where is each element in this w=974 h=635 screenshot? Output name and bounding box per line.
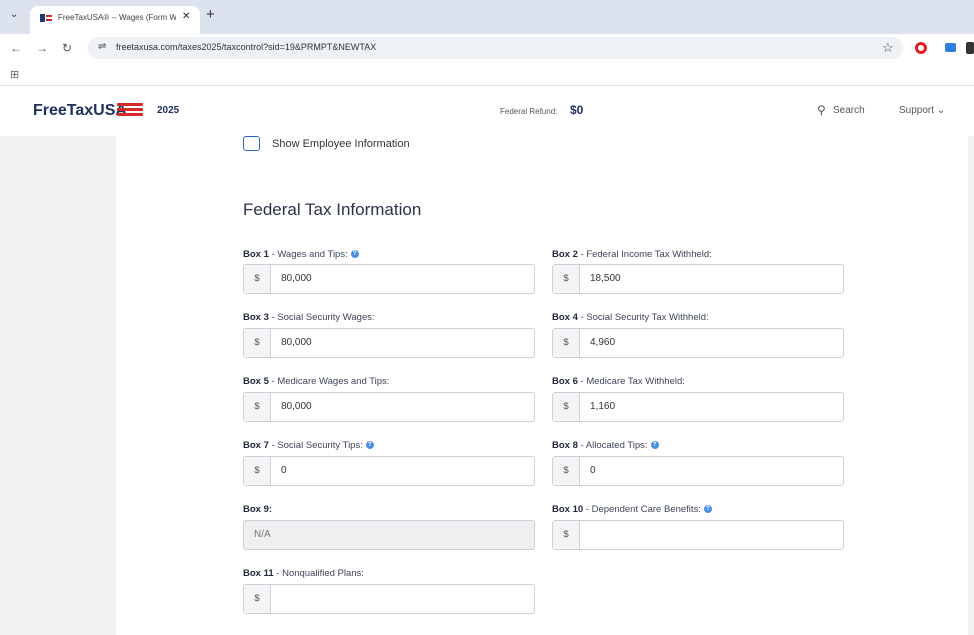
- help-icon[interactable]: ?: [703, 505, 712, 514]
- opera-extension-icon[interactable]: [915, 42, 927, 54]
- currency-prefix: $: [244, 585, 271, 613]
- box-7-label: Box 7 - Social Security Tips:?: [243, 440, 374, 451]
- box-1-input[interactable]: $80,000: [243, 264, 535, 294]
- address-bar[interactable]: ⇌ freetaxusa.com/taxes2025/taxcontrol?si…: [88, 37, 903, 59]
- box-4-value: 4,960: [590, 337, 616, 348]
- section-title: Federal Tax Information: [243, 200, 422, 219]
- chevron-down-icon: ⌄: [936, 105, 946, 116]
- currency-prefix: $: [553, 393, 580, 421]
- federal-refund-label: Federal Refund:: [500, 107, 558, 116]
- box-6-input[interactable]: $1,160: [552, 392, 844, 422]
- box-8-label: Box 8 - Allocated Tips:?: [552, 440, 659, 451]
- box-11-label: Box 11 - Nonqualified Plans:: [243, 568, 364, 579]
- box-10-label: Box 10 - Dependent Care Benefits:?: [552, 504, 712, 515]
- freetaxusa-logo[interactable]: FreeTaxUSA: [33, 102, 127, 120]
- support-label: Support: [899, 105, 935, 116]
- show-employee-info-label[interactable]: Show Employee Information: [272, 138, 410, 150]
- currency-prefix: $: [244, 265, 271, 293]
- box-9-value: N/A: [254, 529, 271, 540]
- box-9-input: N/A: [243, 520, 535, 550]
- box-3-input[interactable]: $80,000: [243, 328, 535, 358]
- bookmark-star-icon[interactable]: ☆: [882, 40, 894, 56]
- bookmarks-bar: ⊞: [0, 62, 974, 86]
- federal-refund-value: $0: [570, 103, 584, 117]
- browser-toolbar: ← → ↻ ⇌ freetaxusa.com/taxes2025/taxcont…: [0, 34, 974, 62]
- flag-logo-icon: [117, 103, 143, 117]
- tab-search-icon[interactable]: ⌄: [10, 9, 18, 20]
- reload-icon[interactable]: ↻: [62, 41, 72, 55]
- box-2-input[interactable]: $18,500: [552, 264, 844, 294]
- currency-prefix: $: [553, 265, 580, 293]
- box-2-label: Box 2 - Federal Income Tax Withheld:: [552, 249, 712, 260]
- app-header: FreeTaxUSA 2025 Federal Refund: $0 ⚲ Sea…: [0, 86, 974, 136]
- main-content: Show Employee Information Federal Tax In…: [116, 136, 968, 635]
- box-4-input[interactable]: $4,960: [552, 328, 844, 358]
- box-3-value: 80,000: [281, 337, 312, 348]
- box-9-label: Box 9:: [243, 504, 273, 515]
- site-favicon-icon: [40, 14, 52, 22]
- box-7-value: 0: [281, 465, 287, 476]
- browser-tab[interactable]: FreeTaxUSA® -- Wages (Form W-2) ✕: [30, 6, 200, 34]
- site-info-icon[interactable]: ⇌: [98, 41, 106, 52]
- box-5-label: Box 5 - Medicare Wages and Tips:: [243, 376, 390, 387]
- forward-icon[interactable]: →: [36, 41, 48, 55]
- support-menu[interactable]: Support ⌄: [899, 105, 945, 116]
- box-1-label: Box 1 - Wages and Tips:?: [243, 249, 359, 260]
- box-11-input[interactable]: $: [243, 584, 535, 614]
- currency-prefix: $: [244, 457, 271, 485]
- extension-icon[interactable]: [945, 43, 956, 52]
- box-8-input[interactable]: $0: [552, 456, 844, 486]
- currency-prefix: $: [244, 393, 271, 421]
- close-tab-icon[interactable]: ✕: [182, 11, 190, 22]
- search-icon[interactable]: ⚲: [817, 103, 826, 117]
- box-3-label: Box 3 - Social Security Wages:: [243, 312, 375, 323]
- help-icon[interactable]: ?: [365, 441, 374, 450]
- box-8-value: 0: [590, 465, 596, 476]
- box-7-input[interactable]: $0: [243, 456, 535, 486]
- currency-prefix: $: [244, 329, 271, 357]
- help-icon[interactable]: ?: [650, 441, 659, 450]
- currency-prefix: $: [553, 521, 580, 549]
- box-5-input[interactable]: $80,000: [243, 392, 535, 422]
- extension-icon-2[interactable]: [966, 42, 974, 54]
- browser-tab-bar: ⌄ FreeTaxUSA® -- Wages (Form W-2) ✕ +: [0, 0, 974, 34]
- box-4-label: Box 4 - Social Security Tax Withheld:: [552, 312, 709, 323]
- box-6-value: 1,160: [590, 401, 616, 412]
- tax-year: 2025: [157, 105, 180, 116]
- url-text: freetaxusa.com/taxes2025/taxcontrol?sid=…: [116, 42, 377, 52]
- box-5-value: 80,000: [281, 401, 312, 412]
- currency-prefix: $: [553, 329, 580, 357]
- box-2-value: 18,500: [590, 273, 621, 284]
- apps-grid-icon[interactable]: ⊞: [10, 68, 19, 81]
- search-link[interactable]: Search: [833, 105, 865, 116]
- show-employee-info-checkbox[interactable]: [243, 136, 260, 151]
- box-10-input[interactable]: $: [552, 520, 844, 550]
- tab-title: FreeTaxUSA® -- Wages (Form W-2): [58, 13, 176, 22]
- new-tab-icon[interactable]: +: [206, 6, 215, 23]
- box-6-label: Box 6 - Medicare Tax Withheld:: [552, 376, 685, 387]
- back-icon[interactable]: ←: [10, 41, 22, 55]
- help-icon[interactable]: ?: [350, 250, 359, 259]
- box-1-value: 80,000: [281, 273, 312, 284]
- currency-prefix: $: [553, 457, 580, 485]
